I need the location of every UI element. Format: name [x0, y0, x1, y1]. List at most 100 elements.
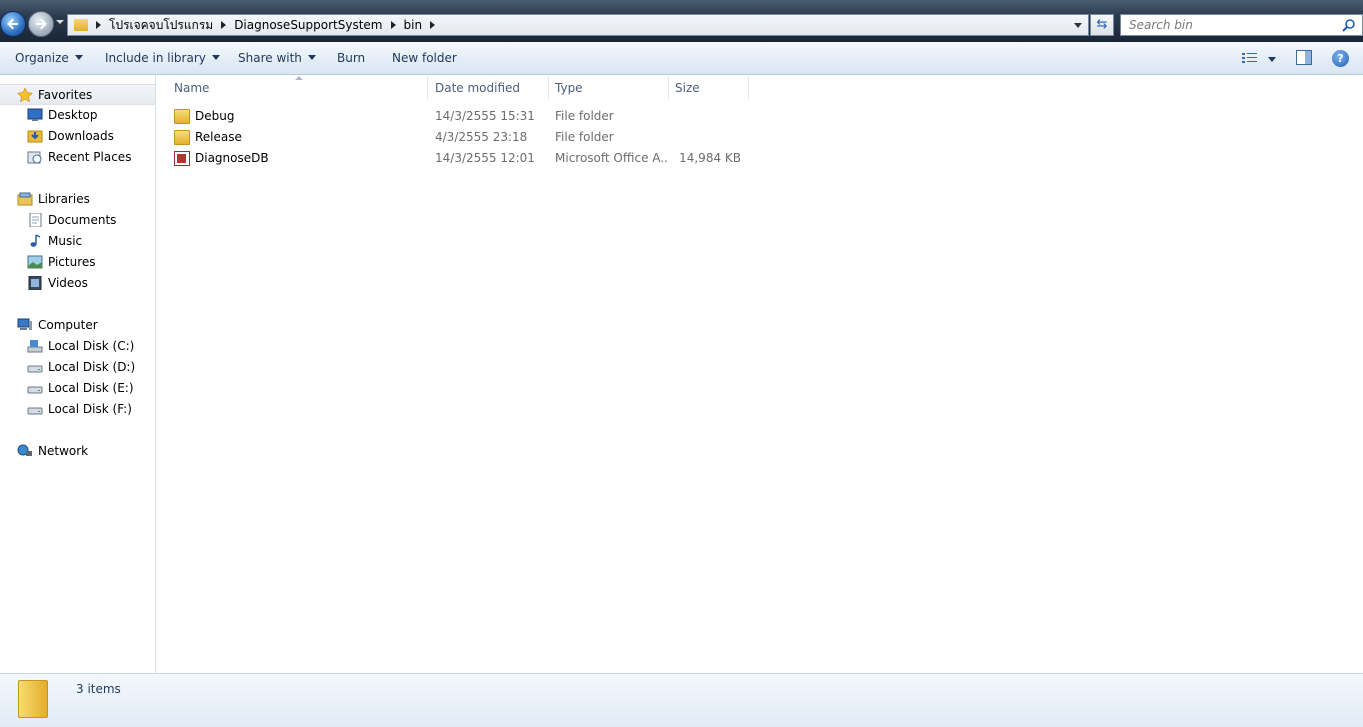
libraries-icon [17, 192, 33, 206]
nav-videos[interactable]: Videos [0, 273, 155, 294]
recent-places-icon [27, 151, 42, 164]
nav-recent-places[interactable]: Recent Places [0, 147, 155, 168]
refresh-button[interactable]: ⇆ [1090, 14, 1114, 36]
folder-icon [74, 19, 88, 31]
nav-videos-label: Videos [48, 276, 88, 290]
refresh-icon: ⇆ [1096, 17, 1108, 32]
file-type: Microsoft Office A... [555, 151, 667, 165]
nav-local-disk-e[interactable]: Local Disk (E:) [0, 378, 155, 399]
nav-pictures[interactable]: Pictures [0, 252, 155, 273]
nav-music[interactable]: Music [0, 231, 155, 252]
file-type: File folder [555, 109, 614, 123]
breadcrumb-item[interactable]: bin [404, 18, 423, 32]
nav-downloads-label: Downloads [48, 129, 114, 143]
videos-icon [28, 276, 42, 290]
preview-pane-icon[interactable] [1296, 50, 1312, 65]
nav-desktop[interactable]: Desktop [0, 105, 155, 126]
nav-libraries-label: Libraries [38, 192, 90, 206]
share-with-menu[interactable]: Share with [238, 51, 316, 65]
breadcrumb-chevron-icon[interactable] [430, 21, 436, 29]
nav-recent-places-label: Recent Places [48, 150, 132, 164]
nav-favorites[interactable]: Favorites [0, 84, 155, 105]
folder-icon [174, 109, 190, 124]
search-box[interactable] [1120, 14, 1363, 36]
file-date-modified: 4/3/2555 23:18 [435, 130, 528, 144]
details-pane: 3 items [0, 673, 1363, 727]
pictures-icon [27, 255, 43, 269]
network-icon [17, 444, 32, 456]
navigation-pane: Favorites Desktop Downloads Recent Place… [0, 76, 156, 673]
arrow-right-icon [36, 18, 47, 30]
nav-documents-label: Documents [48, 213, 117, 227]
recent-pages-dropdown[interactable] [56, 20, 64, 24]
share-with-label: Share with [238, 51, 302, 65]
include-in-library-menu[interactable]: Include in library [105, 51, 220, 65]
file-date-modified: 14/3/2555 12:01 [435, 151, 535, 165]
forward-button[interactable] [28, 11, 54, 37]
nav-local-disk-d-label: Local Disk (D:) [48, 360, 136, 374]
chevron-down-icon [211, 55, 220, 60]
nav-desktop-label: Desktop [48, 108, 98, 122]
hard-drive-icon [27, 407, 43, 415]
address-field[interactable]: โปรเจคจบโปรแกรม DiagnoseSupportSystem bi… [67, 14, 1089, 36]
nav-computer[interactable]: Computer [0, 315, 155, 336]
file-row[interactable]: Debug 14/3/2555 15:31 File folder [169, 106, 749, 127]
search-input[interactable] [1129, 15, 1339, 35]
chevron-down-icon [74, 55, 83, 60]
nav-local-disk-c[interactable]: Local Disk (C:) [0, 336, 155, 357]
access-database-icon [174, 151, 190, 166]
nav-downloads[interactable]: Downloads [0, 126, 155, 147]
help-icon[interactable]: ? [1332, 50, 1349, 67]
organize-menu[interactable]: Organize [15, 51, 83, 65]
hard-drive-icon [27, 386, 43, 394]
new-folder-button[interactable]: New folder [392, 51, 457, 65]
nav-documents[interactable]: Documents [0, 210, 155, 231]
column-header-size[interactable]: Size [667, 76, 749, 100]
file-list: Name Date modified Type Size Debug 14/3/… [157, 76, 1363, 673]
music-note-icon [30, 234, 41, 247]
hard-drive-icon [27, 365, 43, 373]
back-button[interactable] [0, 11, 26, 37]
documents-icon [29, 213, 42, 227]
breadcrumb-item[interactable]: โปรเจคจบโปรแกรม [109, 16, 213, 35]
address-bar-region: โปรเจคจบโปรแกรม DiagnoseSupportSystem bi… [0, 0, 1363, 42]
nav-local-disk-e-label: Local Disk (E:) [48, 381, 134, 395]
computer-icon [17, 318, 32, 330]
nav-network[interactable]: Network [0, 441, 155, 462]
nav-music-label: Music [48, 234, 83, 248]
nav-favorites-label: Favorites [38, 88, 93, 102]
burn-button[interactable]: Burn [337, 51, 365, 65]
nav-computer-label: Computer [38, 318, 98, 332]
breadcrumb-chevron-icon[interactable] [390, 21, 396, 29]
nav-local-disk-f-label: Local Disk (F:) [48, 402, 132, 416]
item-count: 3 items [76, 682, 121, 696]
file-date-modified: 14/3/2555 15:31 [435, 109, 535, 123]
system-drive-icon [27, 340, 43, 353]
file-name: DiagnoseDB [195, 151, 269, 165]
search-icon[interactable] [1342, 18, 1356, 32]
file-row[interactable]: DiagnoseDB 14/3/2555 12:01 Microsoft Off… [169, 148, 749, 169]
file-type: File folder [555, 130, 614, 144]
star-icon [17, 88, 33, 102]
nav-local-disk-f[interactable]: Local Disk (F:) [0, 399, 155, 420]
address-history-dropdown-icon[interactable] [1074, 23, 1082, 28]
command-bar: Organize Include in library Share with B… [0, 42, 1363, 75]
arrow-left-icon [7, 18, 18, 30]
view-options-icon[interactable] [1242, 52, 1258, 64]
nav-network-label: Network [38, 444, 89, 458]
column-header-name[interactable]: Name [166, 76, 428, 100]
folder-icon [174, 130, 190, 145]
desktop-icon [27, 108, 43, 121]
include-in-library-label: Include in library [105, 51, 206, 65]
column-header-date-modified[interactable]: Date modified [427, 76, 549, 100]
breadcrumb-chevron-icon[interactable] [96, 21, 101, 29]
file-row[interactable]: Release 4/3/2555 23:18 File folder [169, 127, 749, 148]
nav-local-disk-c-label: Local Disk (C:) [48, 339, 135, 353]
column-header-type[interactable]: Type [547, 76, 669, 100]
breadcrumb-chevron-icon[interactable] [221, 21, 227, 29]
file-size: 14,984 KB [679, 151, 741, 165]
nav-local-disk-d[interactable]: Local Disk (D:) [0, 357, 155, 378]
breadcrumb-item[interactable]: DiagnoseSupportSystem [234, 18, 382, 32]
view-options-dropdown-icon[interactable] [1268, 57, 1276, 62]
nav-libraries[interactable]: Libraries [0, 189, 155, 210]
